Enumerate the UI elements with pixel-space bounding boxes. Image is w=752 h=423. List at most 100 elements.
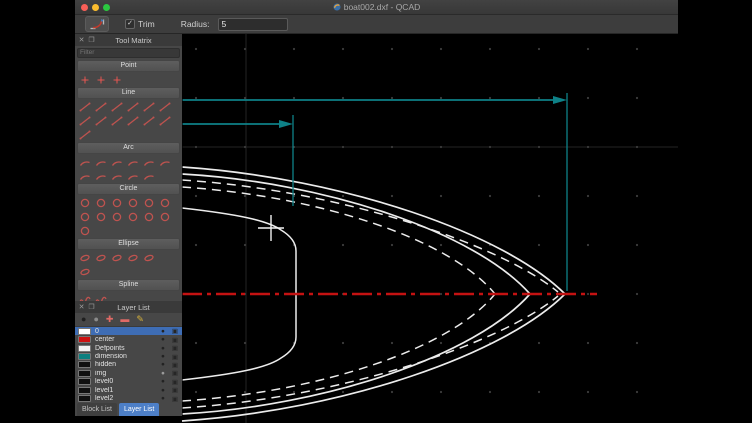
layer-row-0[interactable]: 0●▣ xyxy=(75,327,182,335)
layer-lock-icon[interactable]: ▣ xyxy=(171,353,179,361)
layer-color-swatch[interactable] xyxy=(78,345,91,352)
section-header-point[interactable]: Point xyxy=(77,60,180,72)
layer-visibility-icon[interactable]: ● xyxy=(159,328,167,335)
layer-lock-icon[interactable]: ▣ xyxy=(171,378,179,386)
layer-visibility-icon[interactable]: ● xyxy=(159,361,167,368)
circle-tool-icon[interactable] xyxy=(109,211,125,223)
layer-row-level0[interactable]: level0●▣ xyxy=(75,378,182,386)
arc-tool-icon[interactable] xyxy=(141,156,157,168)
line-tool-icon[interactable] xyxy=(125,115,141,127)
layer-color-swatch[interactable] xyxy=(78,387,91,394)
close-panel-icon[interactable]: ✕ xyxy=(78,304,85,311)
arc-tool-icon[interactable] xyxy=(77,156,93,168)
circle-tool-icon[interactable] xyxy=(141,211,157,223)
trim-checkbox[interactable]: ✓ Trim xyxy=(125,19,155,29)
layer-row-level2[interactable]: level2●▣ xyxy=(75,395,182,403)
layer-visibility-icon[interactable]: ● xyxy=(159,370,167,377)
arc-tool-icon[interactable] xyxy=(93,170,109,182)
point-tool-icon[interactable] xyxy=(77,74,93,86)
circle-tool-icon[interactable] xyxy=(77,211,93,223)
ellipse-tool-icon[interactable] xyxy=(93,252,109,264)
remove-layer-icon[interactable]: ▬ xyxy=(120,313,129,326)
circle-tool-icon[interactable] xyxy=(125,211,141,223)
layer-lock-icon[interactable]: ▣ xyxy=(171,361,179,369)
arc-tool-icon[interactable] xyxy=(125,156,141,168)
layer-visibility-icon[interactable]: ● xyxy=(159,395,167,402)
layer-color-swatch[interactable] xyxy=(78,336,91,343)
close-panel-icon[interactable]: ✕ xyxy=(78,37,85,44)
fillet-tool-button[interactable] xyxy=(85,16,109,32)
float-panel-icon[interactable]: ❐ xyxy=(88,37,95,44)
show-all-layers-icon[interactable]: ● xyxy=(81,313,86,326)
radius-input[interactable] xyxy=(218,18,288,31)
layer-lock-icon[interactable]: ▣ xyxy=(171,395,179,403)
tab-block-list[interactable]: Block List xyxy=(77,403,117,416)
line-tool-icon[interactable] xyxy=(109,101,125,113)
circle-tool-icon[interactable] xyxy=(109,197,125,209)
circle-tool-icon[interactable] xyxy=(93,211,109,223)
circle-tool-icon[interactable] xyxy=(141,197,157,209)
layer-lock-icon[interactable]: ▣ xyxy=(171,386,179,394)
layer-visibility-icon[interactable]: ● xyxy=(159,387,167,394)
hull-sheer-line-top[interactable] xyxy=(182,167,565,294)
line-tool-icon[interactable] xyxy=(77,101,93,113)
line-tool-icon[interactable] xyxy=(141,115,157,127)
arc-tool-icon[interactable] xyxy=(157,156,173,168)
ellipse-tool-icon[interactable] xyxy=(77,252,93,264)
zoom-window-icon[interactable] xyxy=(103,4,110,11)
layer-lock-icon[interactable]: ▣ xyxy=(171,336,179,344)
tab-layer-list[interactable]: Layer List xyxy=(119,403,159,416)
arc-tool-icon[interactable] xyxy=(141,170,157,182)
line-tool-icon[interactable] xyxy=(93,101,109,113)
layer-color-swatch[interactable] xyxy=(78,395,91,402)
arc-tool-icon[interactable] xyxy=(109,156,125,168)
section-header-circle[interactable]: Circle xyxy=(77,183,180,195)
hull-sheer-line-bottom[interactable] xyxy=(182,294,565,421)
layer-row-center[interactable]: center●▣ xyxy=(75,335,182,343)
layer-visibility-icon[interactable]: ● xyxy=(159,353,167,360)
line-tool-icon[interactable] xyxy=(157,101,173,113)
layer-color-swatch[interactable] xyxy=(78,378,91,385)
arc-tool-icon[interactable] xyxy=(109,170,125,182)
section-header-line[interactable]: Line xyxy=(77,87,180,99)
spline-tool-icon[interactable] xyxy=(93,293,109,302)
layer-lock-icon[interactable]: ▣ xyxy=(171,369,179,377)
arc-tool-icon[interactable] xyxy=(125,170,141,182)
layer-row-dimension[interactable]: dimension●▣ xyxy=(75,352,182,360)
layer-visibility-icon[interactable]: ● xyxy=(159,345,167,352)
line-tool-icon[interactable] xyxy=(141,101,157,113)
line-tool-icon[interactable] xyxy=(93,115,109,127)
circle-tool-icon[interactable] xyxy=(157,211,173,223)
layer-row-img[interactable]: img●▣ xyxy=(75,369,182,377)
line-tool-icon[interactable] xyxy=(125,101,141,113)
circle-tool-icon[interactable] xyxy=(157,197,173,209)
layer-row-Defpoints[interactable]: Defpoints●▣ xyxy=(75,344,182,352)
drawing-area[interactable]: ✕ ❐ Tool Matrix PointLineArcCircleEllips… xyxy=(75,34,678,423)
circle-tool-icon[interactable] xyxy=(77,225,93,237)
point-tool-icon[interactable] xyxy=(109,74,125,86)
line-tool-icon[interactable] xyxy=(157,115,173,127)
hide-all-layers-icon[interactable]: ● xyxy=(93,313,98,326)
layer-visibility-icon[interactable]: ● xyxy=(159,378,167,385)
layer-color-swatch[interactable] xyxy=(78,361,91,368)
minimize-window-icon[interactable] xyxy=(92,4,99,11)
float-panel-icon[interactable]: ❐ xyxy=(88,304,95,311)
ellipse-tool-icon[interactable] xyxy=(109,252,125,264)
line-tool-icon[interactable] xyxy=(77,115,93,127)
add-layer-icon[interactable]: ✚ xyxy=(106,313,114,326)
tool-filter-input[interactable] xyxy=(77,48,180,58)
layer-row-level1[interactable]: level1●▣ xyxy=(75,386,182,394)
hull-hidden-line-top-1[interactable] xyxy=(182,180,558,292)
section-header-ellipse[interactable]: Ellipse xyxy=(77,238,180,250)
close-window-icon[interactable] xyxy=(81,4,88,11)
ellipse-tool-icon[interactable] xyxy=(141,252,157,264)
arc-tool-icon[interactable] xyxy=(77,170,93,182)
layer-color-swatch[interactable] xyxy=(78,370,91,377)
point-tool-icon[interactable] xyxy=(93,74,109,86)
layer-lock-icon[interactable]: ▣ xyxy=(171,344,179,352)
line-tool-icon[interactable] xyxy=(77,129,93,141)
circle-tool-icon[interactable] xyxy=(125,197,141,209)
layer-color-swatch[interactable] xyxy=(78,353,91,360)
section-header-spline[interactable]: Spline xyxy=(77,279,180,291)
circle-tool-icon[interactable] xyxy=(77,197,93,209)
